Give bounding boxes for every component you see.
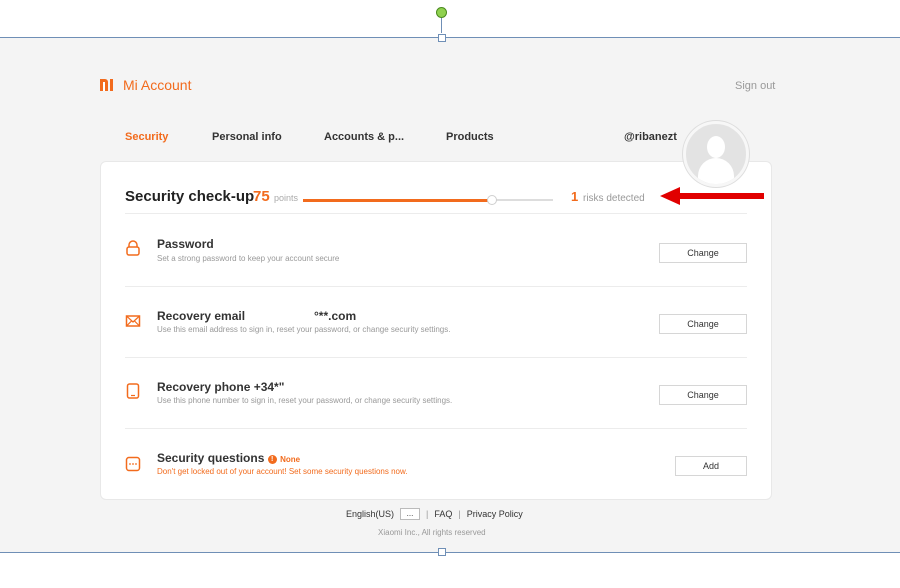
faq-link[interactable]: FAQ bbox=[434, 509, 452, 519]
header-divider bbox=[125, 213, 747, 214]
progress-knob bbox=[486, 195, 497, 205]
mi-logo[interactable]: Mi Account bbox=[100, 77, 191, 93]
risk-count: 1 bbox=[571, 189, 579, 204]
language-label[interactable]: English(US) bbox=[346, 509, 394, 519]
security-questions-label: Security questions bbox=[157, 451, 265, 465]
tab-personal-info[interactable]: Personal info bbox=[212, 131, 282, 143]
warning-icon: ! bbox=[267, 455, 277, 464]
row-divider bbox=[125, 357, 747, 358]
progress-fill bbox=[303, 199, 491, 202]
logo-text: Mi Account bbox=[123, 77, 192, 93]
annotation-arrow-shaft bbox=[678, 193, 764, 199]
username[interactable]: @ribanezt bbox=[624, 131, 677, 143]
copyright-text: Xiaomi Inc., All rights reserved bbox=[378, 528, 486, 537]
recovery-email-description: Use this email address to sign in, reset… bbox=[157, 325, 451, 334]
lock-icon bbox=[126, 240, 140, 256]
row-divider bbox=[125, 428, 747, 429]
rotation-line bbox=[441, 18, 442, 33]
rotation-handle[interactable] bbox=[436, 7, 447, 18]
password-title: Password bbox=[157, 237, 214, 251]
tab-security[interactable]: Security bbox=[125, 131, 168, 143]
tab-products[interactable]: Products bbox=[446, 131, 494, 143]
change-phone-button[interactable]: Change bbox=[659, 385, 747, 405]
privacy-policy-link[interactable]: Privacy Policy bbox=[467, 509, 523, 519]
mi-logo-icon bbox=[100, 79, 116, 91]
annotation-arrow-icon bbox=[660, 187, 680, 205]
tab-accounts[interactable]: Accounts & p... bbox=[324, 131, 404, 143]
phone-icon bbox=[126, 383, 140, 399]
password-description: Set a strong password to keep your accou… bbox=[157, 254, 340, 263]
risk-label: risks detected bbox=[583, 193, 645, 204]
recovery-email-title: Recovery email bbox=[157, 309, 246, 323]
recovery-phone-title: Recovery phone +34*ʺ bbox=[157, 380, 285, 394]
recovery-phone-description: Use this phone number to sign in, reset … bbox=[157, 396, 453, 405]
top-resize-handle[interactable] bbox=[438, 34, 446, 42]
avatar-body bbox=[698, 158, 734, 184]
security-progress-bar bbox=[303, 195, 553, 205]
avatar-head bbox=[707, 136, 725, 158]
checkup-points-label: points bbox=[274, 193, 299, 203]
change-email-button[interactable]: Change bbox=[659, 314, 747, 334]
add-security-questions-button[interactable]: Add bbox=[675, 456, 747, 476]
row-divider bbox=[125, 286, 747, 287]
language-menu-button[interactable]: ... bbox=[400, 508, 421, 520]
message-icon bbox=[125, 456, 141, 472]
security-questions-title: Security questions ! None bbox=[157, 451, 300, 465]
sign-out-link[interactable]: Sign out bbox=[735, 80, 775, 92]
separator: | bbox=[426, 509, 429, 519]
checkup-score: 75 bbox=[253, 188, 270, 205]
change-password-button[interactable]: Change bbox=[659, 243, 747, 263]
security-questions-description: Don't get locked out of your account! Se… bbox=[157, 467, 408, 476]
bottom-resize-handle[interactable] bbox=[438, 548, 446, 556]
security-card: Security check-up 75 points 1 risks dete… bbox=[100, 161, 772, 500]
envelope-icon bbox=[125, 315, 141, 327]
separator: | bbox=[458, 509, 461, 519]
status-badge: None bbox=[280, 455, 301, 464]
avatar[interactable] bbox=[683, 121, 749, 187]
checkup-title: Security check-up bbox=[125, 188, 255, 205]
footer-links: English(US) ... | FAQ | Privacy Policy bbox=[346, 508, 523, 520]
recovery-email-value: °**.com bbox=[314, 309, 357, 323]
